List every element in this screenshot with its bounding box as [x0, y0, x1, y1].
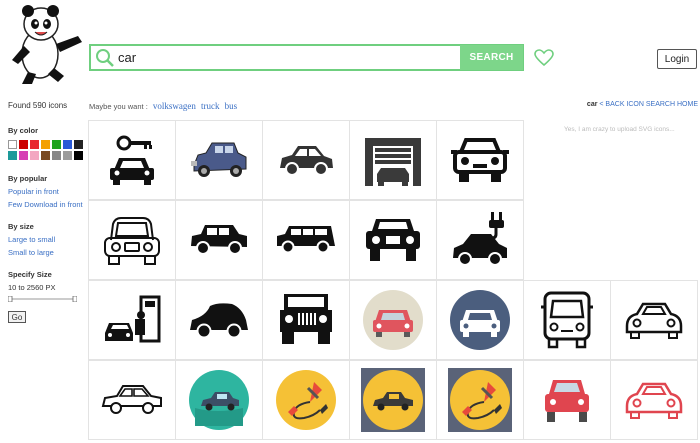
car-front-line-icon: [104, 217, 160, 265]
color-swatch[interactable]: [63, 140, 72, 149]
car-key-icon: [110, 135, 154, 185]
heart-icon[interactable]: [534, 49, 554, 67]
color-swatch[interactable]: [8, 151, 17, 160]
page: SEARCH Login Found 590 icons Maybe you w…: [0, 0, 700, 443]
sort-option[interactable]: Large to small: [8, 235, 55, 244]
icon-cell[interactable]: [175, 360, 263, 440]
car-red-circle-icon: [363, 290, 423, 350]
panda-logo[interactable]: [8, 2, 86, 86]
suggestion-link[interactable]: volkswagen: [153, 101, 196, 111]
icon-cell[interactable]: [262, 280, 350, 360]
color-swatch[interactable]: [30, 140, 39, 149]
electric-car-icon: [453, 212, 507, 266]
breadcrumb: car < BACK ICON SEARCH HOME: [587, 101, 698, 108]
specify-size: Specify Size 10 to 2560 PX: [8, 270, 56, 292]
icon-cell[interactable]: [436, 360, 524, 440]
icon-cell[interactable]: [175, 280, 263, 360]
suggestion-link[interactable]: truck: [201, 101, 220, 111]
color-swatch[interactable]: [30, 151, 39, 160]
login-button[interactable]: Login: [657, 49, 697, 69]
filter-heading: By size: [8, 222, 34, 231]
sort-option[interactable]: Popular in front: [8, 187, 83, 196]
compact-car-side-icon: [190, 303, 248, 339]
jumper-cables-yellow-icon: [448, 368, 512, 432]
search-bar: SEARCH: [89, 44, 524, 71]
icon-cell[interactable]: [349, 360, 437, 440]
icon-cell[interactable]: [349, 280, 437, 360]
go-button[interactable]: Go: [8, 311, 26, 323]
car-front-outline-icon: [451, 138, 509, 182]
breadcrumb-term: car: [586, 101, 598, 108]
suggestions-prefix: Maybe you want :: [89, 102, 148, 111]
icon-cell[interactable]: [88, 200, 176, 280]
icon-cell[interactable]: [175, 200, 263, 280]
icon-cell[interactable]: [523, 360, 611, 440]
icon-cell[interactable]: [436, 280, 524, 360]
garage-car-icon: [365, 138, 421, 186]
icon-cell[interactable]: [349, 200, 437, 280]
icon-cell[interactable]: [262, 200, 350, 280]
back-home-link[interactable]: BACK ICON SEARCH HOME: [605, 101, 698, 108]
sedan-outline-icon: [101, 385, 162, 414]
icon-cell[interactable]: [610, 360, 698, 440]
icon-cell[interactable]: [610, 280, 698, 360]
color-swatch[interactable]: [8, 140, 17, 149]
sports-car-outline-icon: [625, 302, 683, 339]
jeep-front-icon: [280, 294, 332, 344]
sort-option[interactable]: Few Download in front: [8, 200, 83, 209]
suv-side-icon: [191, 225, 247, 255]
sort-option[interactable]: Small to large: [8, 248, 55, 257]
icon-cell[interactable]: [262, 360, 350, 440]
bus-front-outline-icon: [541, 291, 593, 349]
car-yellow-circle-icon: [361, 368, 425, 432]
search-input[interactable]: [116, 46, 446, 69]
color-swatch[interactable]: [41, 151, 50, 160]
icon-cell[interactable]: [349, 120, 437, 200]
filter-heading: Specify Size: [8, 270, 52, 279]
color-swatch[interactable]: [52, 140, 61, 149]
icon-cell[interactable]: [436, 200, 524, 280]
color-swatch[interactable]: [74, 140, 83, 149]
car-red-front-icon: [545, 380, 589, 422]
color-swatches: [8, 140, 83, 160]
search-button[interactable]: SEARCH: [460, 45, 523, 70]
icon-cell[interactable]: [262, 120, 350, 200]
icon-cell[interactable]: [88, 120, 176, 200]
icon-cell[interactable]: [436, 120, 524, 200]
car-service-icon: [105, 295, 161, 343]
color-swatch[interactable]: [63, 151, 72, 160]
filter-heading: By color: [8, 126, 39, 135]
color-filter: By color: [8, 126, 83, 160]
sports-car-red-outline-icon: [625, 382, 683, 419]
icon-cell[interactable]: [175, 120, 263, 200]
color-swatch[interactable]: [41, 140, 50, 149]
results-count: Found 590 icons: [8, 101, 68, 110]
color-swatch[interactable]: [19, 151, 28, 160]
filter-heading: By popular: [8, 174, 48, 183]
color-swatch[interactable]: [52, 151, 61, 160]
size-range-text: 10 to 2560 PX: [8, 283, 56, 292]
jumper-cables-circle-icon: [276, 370, 336, 430]
icon-cell[interactable]: [523, 280, 611, 360]
suggestions: Maybe you want : volkswagen truck bus: [89, 101, 237, 111]
color-swatch[interactable]: [19, 140, 28, 149]
popular-filter: By popular Popular in front Few Download…: [8, 174, 83, 209]
color-swatch[interactable]: [74, 151, 83, 160]
car-white-circle-icon: [450, 290, 510, 350]
suggestion-link[interactable]: bus: [225, 101, 238, 111]
car-teal-circle-icon: [189, 370, 249, 430]
car-front-black-icon: [366, 219, 420, 261]
icon-cell[interactable]: [88, 360, 176, 440]
hatchback-car-icon: [280, 146, 333, 176]
jeep-side-icon: [277, 226, 335, 254]
size-slider[interactable]: [8, 296, 77, 302]
upload-note: Yes, I am crazy to upload SVG icons...: [564, 126, 675, 133]
size-filter: By size Large to small Small to large: [8, 222, 55, 257]
icon-cell[interactable]: [88, 280, 176, 360]
vintage-car-icon: [191, 142, 247, 177]
search-icon: [94, 47, 116, 69]
